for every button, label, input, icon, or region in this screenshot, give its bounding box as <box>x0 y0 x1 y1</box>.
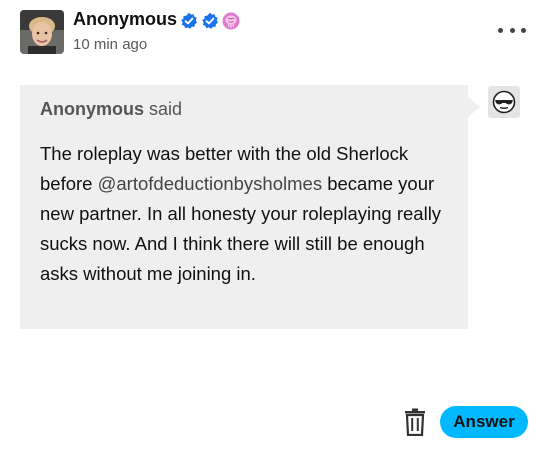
asker-line: Anonymous said <box>40 99 182 120</box>
anonymous-asker-avatar <box>488 86 520 118</box>
badges <box>180 12 240 30</box>
said-label: said <box>149 99 183 119</box>
author-avatar-image <box>20 10 64 54</box>
dot-icon <box>509 27 515 33</box>
dot-icon <box>498 27 503 33</box>
mention-link[interactable]: @artofdeductionbysholmes <box>98 173 322 194</box>
trash-icon <box>405 408 425 437</box>
dot-icon <box>521 27 526 33</box>
answer-button[interactable]: Answer <box>440 406 528 438</box>
delete-button[interactable] <box>403 408 427 437</box>
more-options-button[interactable] <box>498 22 526 38</box>
ask-text: The roleplay was better with the old She… <box>40 139 456 289</box>
post-timestamp[interactable]: 10 min ago <box>73 36 147 53</box>
author-name[interactable]: Anonymous <box>73 9 177 30</box>
ask-bubble: Anonymous said The roleplay was better w… <box>20 85 480 329</box>
verified-check-icon[interactable] <box>180 12 198 30</box>
author-avatar[interactable] <box>20 10 64 54</box>
asker-name: Anonymous <box>40 99 145 119</box>
verified-check-icon[interactable] <box>201 12 219 30</box>
pink-brain-icon[interactable] <box>222 12 240 30</box>
anonymous-sunglasses-icon <box>492 90 516 114</box>
